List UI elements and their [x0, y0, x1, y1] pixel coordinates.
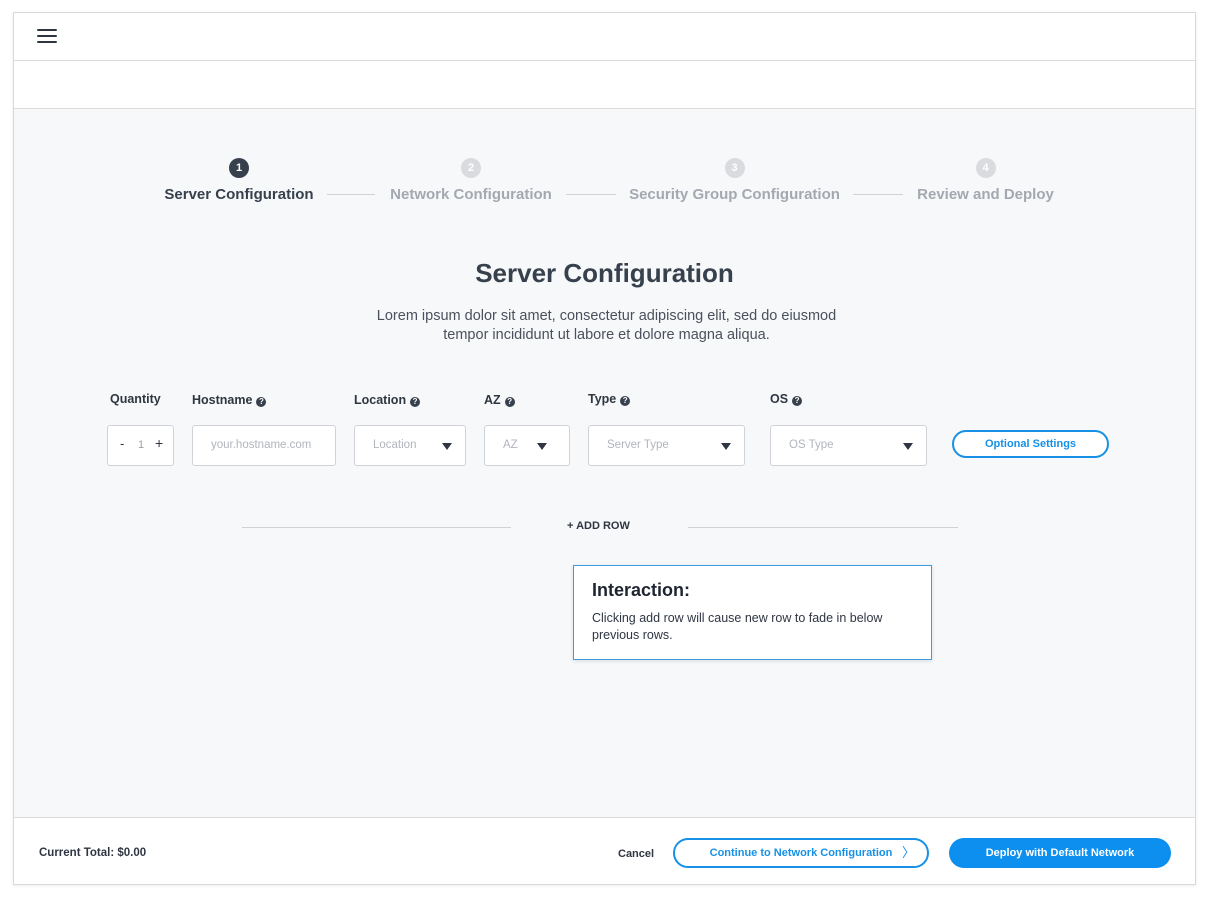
- location-label-text: Location: [354, 393, 407, 407]
- location-label: Location?: [354, 393, 421, 407]
- quantity-label: Quantity: [110, 392, 161, 406]
- page-description: Lorem ipsum dolor sit amet, consectetur …: [376, 308, 837, 343]
- help-icon[interactable]: ?: [792, 396, 803, 406]
- help-icon[interactable]: ?: [256, 397, 267, 407]
- az-label: AZ?: [484, 393, 515, 407]
- step-number-badge: 1: [229, 158, 249, 178]
- type-label-text: Type: [588, 392, 617, 406]
- caret-down-icon: [537, 443, 547, 450]
- page-title: Server Configuration: [475, 258, 734, 288]
- os-type-select[interactable]: OS Type: [770, 425, 927, 466]
- server-type-placeholder: Server Type: [607, 439, 669, 451]
- app-window: 1 Server Configuration 2 Network Configu…: [13, 12, 1196, 885]
- location-placeholder: Location: [373, 439, 417, 451]
- step-label: Network Configuration: [390, 186, 552, 203]
- server-type-select[interactable]: Server Type: [588, 425, 745, 466]
- divider-left: [242, 527, 511, 528]
- az-placeholder: AZ: [503, 439, 518, 451]
- current-total: Current Total: $0.00: [39, 847, 147, 859]
- step-label: Security Group Configuration: [629, 186, 840, 203]
- note-title: Interaction:: [592, 580, 691, 600]
- step-connector: [566, 194, 616, 195]
- step-number-badge: 4: [975, 158, 996, 178]
- footer-bar: Current Total: $0.00 Cancel Continue to …: [14, 817, 1195, 884]
- deploy-default-network-button[interactable]: Deploy with Default Network: [949, 838, 1171, 868]
- location-select[interactable]: Location: [354, 425, 466, 466]
- type-label: Type?: [588, 392, 631, 406]
- note-body: Clicking add row will cause new row to f…: [592, 611, 883, 642]
- step-number-badge: 3: [724, 158, 745, 178]
- step-network-configuration[interactable]: 2 Network Configuration: [388, 158, 554, 203]
- quantity-label-text: Quantity: [110, 392, 161, 406]
- os-type-placeholder: OS Type: [789, 439, 834, 451]
- cancel-button[interactable]: Cancel: [618, 848, 654, 860]
- interaction-note: Interaction: Clicking add row will cause…: [573, 565, 932, 660]
- hostname-input[interactable]: your.hostname.com: [192, 425, 336, 466]
- az-select[interactable]: AZ: [484, 425, 570, 466]
- step-server-configuration[interactable]: 1 Server Configuration: [163, 158, 315, 203]
- divider-right: [688, 527, 958, 528]
- step-connector: [327, 194, 375, 195]
- help-icon[interactable]: ?: [504, 397, 515, 407]
- continue-label: Continue to Network Configuration: [709, 847, 893, 859]
- help-icon[interactable]: ?: [410, 397, 421, 407]
- caret-down-icon: [721, 443, 731, 450]
- chevron-right-icon: 〉: [901, 845, 915, 860]
- quantity-increment-button[interactable]: +: [155, 435, 163, 451]
- os-label-text: OS: [770, 392, 789, 406]
- step-security-group-configuration[interactable]: 3 Security Group Configuration: [628, 158, 841, 203]
- step-number-badge: 2: [461, 158, 481, 178]
- hostname-label-text: Hostname: [192, 393, 253, 407]
- hostname-placeholder: your.hostname.com: [211, 439, 312, 451]
- quantity-value[interactable]: 1: [138, 439, 144, 451]
- sub-header-bar: [14, 61, 1195, 109]
- add-row-button[interactable]: + ADD ROW: [567, 520, 630, 532]
- help-icon[interactable]: ?: [620, 396, 631, 406]
- hostname-label: Hostname?: [192, 393, 267, 407]
- continue-to-network-button[interactable]: Continue to Network Configuration 〉: [673, 838, 929, 868]
- hamburger-menu-icon[interactable]: [37, 29, 57, 45]
- os-label: OS?: [770, 392, 803, 406]
- caret-down-icon: [442, 443, 452, 450]
- az-label-text: AZ: [484, 393, 501, 407]
- caret-down-icon: [903, 443, 913, 450]
- top-bar: [14, 13, 1195, 61]
- quantity-decrement-button[interactable]: -: [120, 436, 124, 451]
- optional-settings-button[interactable]: Optional Settings: [952, 430, 1109, 458]
- step-label: Review and Deploy: [917, 186, 1054, 203]
- step-label: Server Configuration: [164, 186, 314, 203]
- quantity-stepper: - 1 +: [107, 425, 174, 466]
- step-connector: [853, 194, 903, 195]
- step-review-and-deploy[interactable]: 4 Review and Deploy: [915, 158, 1056, 203]
